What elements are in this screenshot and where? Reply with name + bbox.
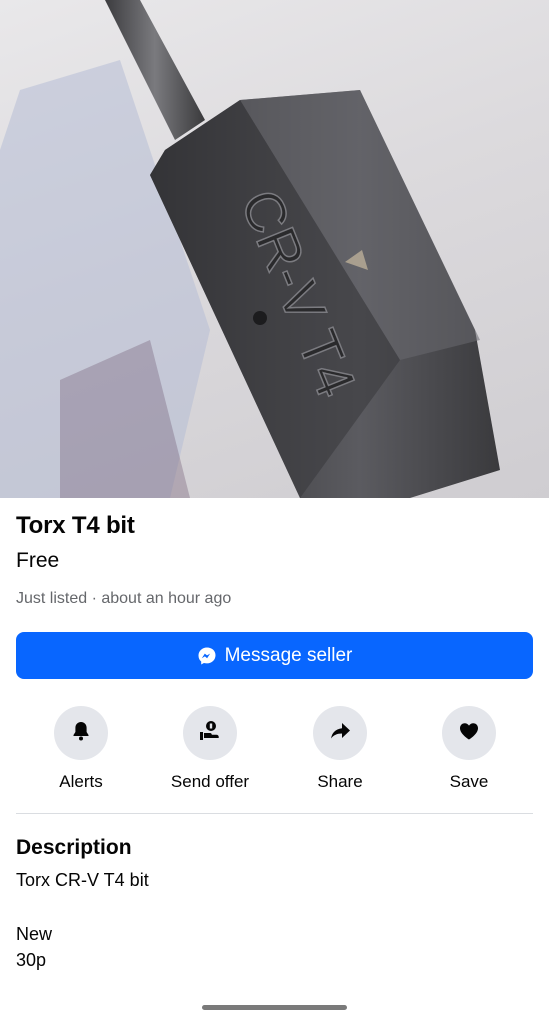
message-seller-button[interactable]: Message seller [16,632,533,679]
message-seller-label: Message seller [224,644,353,666]
listing-meta: Just listed · about an hour ago [16,590,232,607]
listing-title: Torx T4 bit [16,512,135,539]
alerts-label: Alerts [59,772,103,791]
heart-icon [458,720,480,747]
action-row: Alerts Send offer Share Save [16,706,533,796]
product-photo[interactable]: CR-V T4 [0,0,549,498]
send-offer-circle [183,706,237,760]
send-offer-icon [198,719,222,748]
share-label: Share [317,772,363,791]
description-heading: Description [16,836,132,859]
torx-bit-image: CR-V T4 [0,0,500,498]
save-label: Save [449,772,489,791]
bell-icon [70,720,92,747]
messenger-icon [197,646,217,666]
section-divider [16,813,533,814]
share-circle [313,706,367,760]
share-button[interactable]: Share [290,706,390,792]
send-offer-label: Send offer [170,772,250,791]
share-arrow-icon [329,720,351,747]
save-button[interactable]: Save [419,706,519,792]
save-circle [442,706,496,760]
home-indicator[interactable] [202,1005,347,1010]
description-line-2: New [16,924,53,944]
listing-price: Free [16,549,60,572]
alerts-button[interactable]: Alerts [31,706,131,792]
description-line-1: Torx CR-V T4 bit [16,870,149,890]
description-line-3: 30p [16,950,47,970]
alerts-circle [54,706,108,760]
send-offer-button[interactable]: Send offer [160,706,260,792]
